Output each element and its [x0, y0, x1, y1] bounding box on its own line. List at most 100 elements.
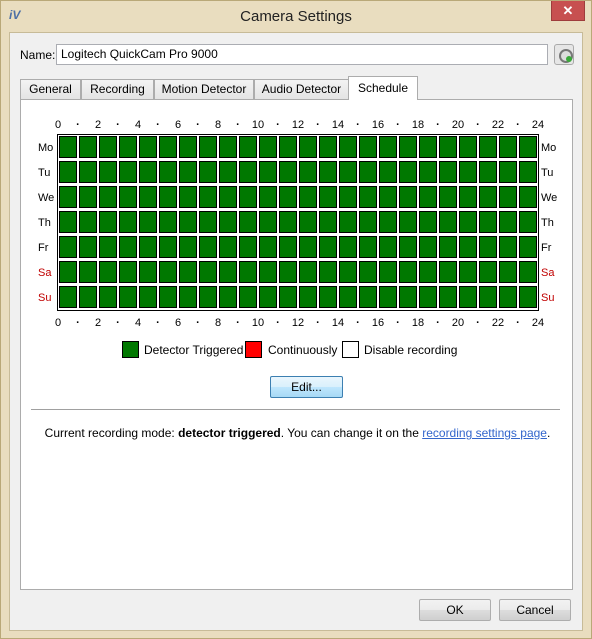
schedule-cell[interactable]: [179, 286, 197, 308]
schedule-cell[interactable]: [459, 286, 477, 308]
schedule-cell[interactable]: [219, 261, 237, 283]
schedule-cell[interactable]: [319, 186, 337, 208]
schedule-cell[interactable]: [499, 186, 517, 208]
schedule-cell[interactable]: [479, 186, 497, 208]
schedule-cell[interactable]: [419, 211, 437, 233]
schedule-cell[interactable]: [179, 161, 197, 183]
schedule-cell[interactable]: [499, 261, 517, 283]
schedule-cell[interactable]: [359, 236, 377, 258]
schedule-cell[interactable]: [319, 286, 337, 308]
schedule-cell[interactable]: [99, 186, 117, 208]
schedule-cell[interactable]: [239, 186, 257, 208]
schedule-cell[interactable]: [419, 236, 437, 258]
close-button[interactable]: ✕: [551, 1, 585, 21]
schedule-cell[interactable]: [259, 236, 277, 258]
schedule-cell[interactable]: [199, 161, 217, 183]
schedule-cell[interactable]: [479, 261, 497, 283]
schedule-cell[interactable]: [459, 161, 477, 183]
schedule-cell[interactable]: [419, 136, 437, 158]
schedule-cell[interactable]: [139, 211, 157, 233]
tab-schedule[interactable]: Schedule: [348, 76, 418, 100]
schedule-cell[interactable]: [219, 186, 237, 208]
schedule-cell[interactable]: [519, 261, 537, 283]
schedule-cell[interactable]: [319, 211, 337, 233]
schedule-cell[interactable]: [499, 236, 517, 258]
schedule-cell[interactable]: [339, 286, 357, 308]
schedule-cell[interactable]: [339, 186, 357, 208]
schedule-cell[interactable]: [259, 136, 277, 158]
schedule-cell[interactable]: [379, 211, 397, 233]
schedule-cell[interactable]: [199, 261, 217, 283]
schedule-cell[interactable]: [339, 236, 357, 258]
schedule-cell[interactable]: [159, 136, 177, 158]
edit-button[interactable]: Edit...: [270, 376, 343, 398]
schedule-cell[interactable]: [359, 211, 377, 233]
schedule-cell[interactable]: [99, 261, 117, 283]
schedule-cell[interactable]: [499, 211, 517, 233]
schedule-cell[interactable]: [459, 261, 477, 283]
schedule-cell[interactable]: [459, 236, 477, 258]
schedule-cell[interactable]: [339, 211, 357, 233]
schedule-cell[interactable]: [379, 136, 397, 158]
schedule-cell[interactable]: [459, 211, 477, 233]
schedule-cell[interactable]: [259, 211, 277, 233]
schedule-cell[interactable]: [79, 261, 97, 283]
schedule-cell[interactable]: [119, 236, 137, 258]
schedule-cell[interactable]: [299, 161, 317, 183]
schedule-cell[interactable]: [399, 236, 417, 258]
schedule-cell[interactable]: [339, 261, 357, 283]
tab-general[interactable]: General: [20, 79, 81, 100]
recording-settings-link[interactable]: recording settings page: [422, 426, 547, 440]
schedule-cell[interactable]: [179, 261, 197, 283]
schedule-cell[interactable]: [199, 136, 217, 158]
schedule-cell[interactable]: [279, 211, 297, 233]
schedule-cell[interactable]: [299, 286, 317, 308]
cancel-button[interactable]: Cancel: [499, 599, 571, 621]
schedule-cell[interactable]: [119, 286, 137, 308]
schedule-cell[interactable]: [79, 236, 97, 258]
schedule-cell[interactable]: [239, 136, 257, 158]
tab-audio-detector[interactable]: Audio Detector: [254, 79, 349, 100]
schedule-cell[interactable]: [319, 236, 337, 258]
schedule-cell[interactable]: [299, 186, 317, 208]
schedule-cell[interactable]: [359, 161, 377, 183]
schedule-cell[interactable]: [139, 236, 157, 258]
camera-select-button[interactable]: [554, 44, 574, 65]
schedule-cell[interactable]: [439, 261, 457, 283]
schedule-cell[interactable]: [159, 186, 177, 208]
schedule-cell[interactable]: [399, 211, 417, 233]
tab-recording[interactable]: Recording: [81, 79, 154, 100]
schedule-cell[interactable]: [59, 236, 77, 258]
schedule-cell[interactable]: [79, 211, 97, 233]
schedule-cell[interactable]: [479, 211, 497, 233]
schedule-cell[interactable]: [319, 261, 337, 283]
schedule-cell[interactable]: [299, 236, 317, 258]
schedule-cell[interactable]: [379, 186, 397, 208]
schedule-cell[interactable]: [219, 161, 237, 183]
schedule-cell[interactable]: [239, 236, 257, 258]
schedule-cell[interactable]: [519, 211, 537, 233]
schedule-cell[interactable]: [159, 236, 177, 258]
schedule-cell[interactable]: [399, 286, 417, 308]
schedule-cell[interactable]: [199, 236, 217, 258]
schedule-cell[interactable]: [479, 286, 497, 308]
schedule-cell[interactable]: [419, 161, 437, 183]
schedule-cell[interactable]: [239, 261, 257, 283]
schedule-cell[interactable]: [339, 136, 357, 158]
schedule-cell[interactable]: [279, 286, 297, 308]
schedule-cell[interactable]: [439, 136, 457, 158]
schedule-cell[interactable]: [139, 186, 157, 208]
schedule-cell[interactable]: [499, 286, 517, 308]
schedule-cell[interactable]: [99, 161, 117, 183]
schedule-cell[interactable]: [379, 161, 397, 183]
schedule-cell[interactable]: [459, 136, 477, 158]
schedule-cell[interactable]: [59, 286, 77, 308]
schedule-cell[interactable]: [379, 261, 397, 283]
schedule-cell[interactable]: [199, 186, 217, 208]
schedule-cell[interactable]: [439, 186, 457, 208]
schedule-cell[interactable]: [359, 136, 377, 158]
schedule-cell[interactable]: [239, 211, 257, 233]
schedule-cell[interactable]: [399, 161, 417, 183]
schedule-cell[interactable]: [59, 186, 77, 208]
schedule-cell[interactable]: [119, 161, 137, 183]
